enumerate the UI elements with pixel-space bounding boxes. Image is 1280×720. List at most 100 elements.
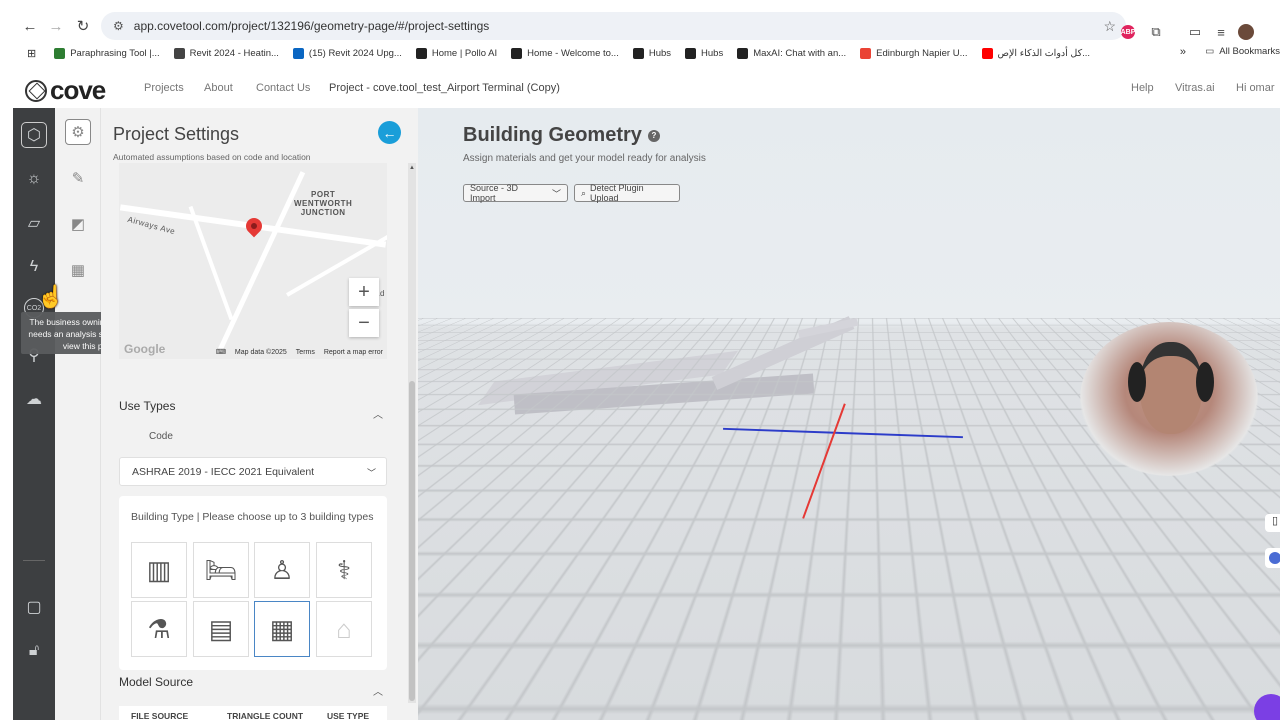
bookmark-star-icon[interactable]: ☆ (1103, 18, 1116, 35)
side-panel-icon[interactable]: ▯ (1265, 514, 1280, 532)
more-bookmarks-icon[interactable]: » (1180, 46, 1186, 58)
geometry-cube-icon[interactable]: ⬡ (21, 122, 47, 148)
gmail-icon (860, 47, 872, 59)
site-info-icon[interactable]: ⚙ (113, 19, 124, 33)
sun-icon[interactable]: ☼ (21, 166, 47, 192)
sparkle-icon (737, 47, 749, 59)
app-header: cove Projects About Contact Us Project -… (13, 68, 1280, 108)
nav-contact[interactable]: Contact Us (256, 82, 310, 94)
energy-code-value: ASHRAE 2019 - IECC 2021 Equivalent (132, 465, 315, 478)
sidebar-divider (23, 560, 45, 561)
retail-shelf-icon[interactable]: ▤ (193, 601, 249, 657)
panel-scrollbar[interactable]: ▲ (408, 163, 416, 703)
keyboard-icon[interactable]: ⌨ (216, 348, 226, 356)
adblock-icon[interactable]: ABP (1121, 25, 1135, 39)
bookmark-item[interactable]: كل أدوات الذكاء الإص... (981, 47, 1091, 59)
screen-edge (0, 0, 13, 720)
all-bookmarks[interactable]: ▭ All Bookmarks (1205, 46, 1280, 57)
profile-avatar[interactable] (1238, 24, 1254, 40)
collapse-chevron-icon[interactable]: ︿ (373, 406, 383, 421)
materials-icon[interactable]: ▦ (65, 257, 91, 283)
bookmark-item[interactable]: Hubs (632, 47, 672, 59)
cast-icon[interactable]: ▭ (1185, 22, 1205, 42)
col-file-source[interactable]: FILE SOURCE (131, 711, 188, 720)
pencil-icon[interactable]: ✎ (65, 165, 91, 191)
bookmark-favicon (54, 47, 66, 59)
forward-icon[interactable]: → (42, 12, 70, 40)
zoom-in-button[interactable]: + (349, 278, 379, 306)
education-icon[interactable]: ♙ (254, 542, 310, 598)
bookmark-item[interactable]: Home | Pollo AI (415, 47, 497, 59)
bookmark-favicon (173, 47, 185, 59)
nav-vitras[interactable]: Vitras.ai (1175, 82, 1215, 94)
hotel-bed-icon[interactable]: 🛏︎ (193, 542, 249, 598)
chat-icon[interactable]: ▢ (21, 594, 47, 620)
map-pin-icon[interactable] (242, 214, 266, 238)
energy-code-select[interactable]: ASHRAE 2019 - IECC 2021 Equivalent ﹀ (119, 457, 387, 486)
bookmark-item[interactable]: (15) Revit 2024 Upg... (292, 47, 402, 59)
detect-plugin-button[interactable]: ⌕ Detect Plugin Upload (574, 183, 680, 203)
bookmark-label: Edinburgh Napier U... (876, 47, 968, 59)
scroll-up-icon[interactable]: ▲ (408, 165, 416, 171)
logo-mark-icon (25, 79, 47, 102)
col-use-type[interactable]: USE TYPE (327, 711, 369, 720)
window-icon[interactable]: ▱ (21, 210, 47, 236)
reload-icon[interactable]: ↻ (69, 12, 97, 40)
zoom-out-button[interactable]: − (349, 309, 379, 337)
back-icon[interactable]: ← (16, 12, 44, 40)
healthcare-stethoscope-icon[interactable]: ⚕ (316, 542, 372, 598)
lightning-icon[interactable]: ϟ (21, 254, 47, 280)
project-settings-panel: Project Settings Automated assumptions b… (101, 108, 418, 720)
nav-help[interactable]: Help (1131, 82, 1154, 94)
layers-icon[interactable]: ◩ (65, 211, 91, 237)
col-triangle-count[interactable]: TRIANGLE COUNT (227, 711, 303, 720)
laboratory-flask-icon[interactable]: ⚗ (131, 601, 187, 657)
bookmark-label: كل أدوات الذكاء الإص... (997, 47, 1091, 59)
map-footer: ⌨ Map data ©2025 Terms Report a map erro… (119, 345, 387, 359)
cloud-icon[interactable]: ☁ (21, 386, 47, 412)
search-icon: ⌕ (581, 187, 587, 198)
extension-float-icon[interactable] (1265, 548, 1280, 568)
media-control-icon[interactable]: ≡ (1211, 22, 1231, 42)
bookmark-label: Hubs (701, 47, 724, 59)
bookmark-item[interactable]: Home - Welcome to... (511, 47, 619, 59)
back-arrow-button[interactable]: ← (378, 121, 401, 144)
url-bar[interactable]: ⚙ app.covetool.com/project/132196/geomet… (101, 12, 1126, 40)
bookmark-label: (15) Revit 2024 Upg... (308, 47, 402, 59)
lock-icon[interactable]: 🔓︎ (21, 638, 47, 664)
nav-projects[interactable]: Projects (144, 82, 184, 94)
help-icon[interactable]: ? (647, 129, 660, 142)
bookmark-item[interactable]: MaxAI: Chat with an... (737, 47, 846, 59)
map-report-link[interactable]: Report a map error (324, 349, 383, 356)
location-map[interactable]: PORT WENTWORTH JUNCTION Airways Ave ad +… (119, 163, 387, 359)
apps-grid-icon[interactable]: ⊞ (27, 47, 36, 60)
nav-about[interactable]: About (204, 82, 233, 94)
bookmark-label: Hubs (648, 47, 672, 59)
bookmark-item[interactable]: Paraphrasing Tool |... (54, 47, 160, 59)
project-name: Project - cove.tool_test_Airport Termina… (329, 82, 560, 94)
main-sidebar: ⬡ ☼ ▱ ϟ CO2 ⚲ ☁ ▢ 🔓︎ (13, 108, 55, 720)
bookmark-label: Revit 2024 - Heatin... (189, 47, 279, 59)
cove-logo[interactable]: cove (25, 75, 106, 106)
extensions-icon[interactable]: ⧉ (1146, 22, 1166, 42)
office-type-icon[interactable]: ▥ (131, 542, 187, 598)
detect-plugin-label: Detect Plugin Upload (590, 183, 644, 203)
settings-gear-icon[interactable]: ⚙ (65, 119, 91, 145)
bookmark-item[interactable]: Revit 2024 - Heatin... (173, 47, 279, 59)
building-type-card: Building Type | Please choose up to 3 bu… (119, 496, 387, 670)
user-menu[interactable]: Hi omar (1236, 82, 1275, 94)
collapse-chevron-icon[interactable]: ︿ (373, 683, 383, 698)
webcam-person (1140, 342, 1202, 434)
bookmark-item[interactable]: Hubs (685, 47, 724, 59)
source-select[interactable]: Source - 3D Import ﹀ (463, 183, 568, 203)
all-bookmarks-label: All Bookmarks (1219, 46, 1280, 57)
bookmark-item[interactable]: Edinburgh Napier U... (860, 47, 968, 59)
storefront-icon[interactable]: ▦ (254, 601, 310, 657)
map-terms-link[interactable]: Terms (296, 349, 315, 356)
residential-house-icon[interactable]: ⌂ (316, 601, 372, 657)
code-label: Code (149, 431, 173, 442)
bookmark-favicon (511, 47, 523, 59)
scroll-thumb[interactable] (409, 381, 415, 701)
sub-sidebar: ⚙ ✎ ◩ ▦ (55, 108, 101, 720)
3d-viewport[interactable]: Building Geometry? Assign materials and … (418, 108, 1280, 720)
